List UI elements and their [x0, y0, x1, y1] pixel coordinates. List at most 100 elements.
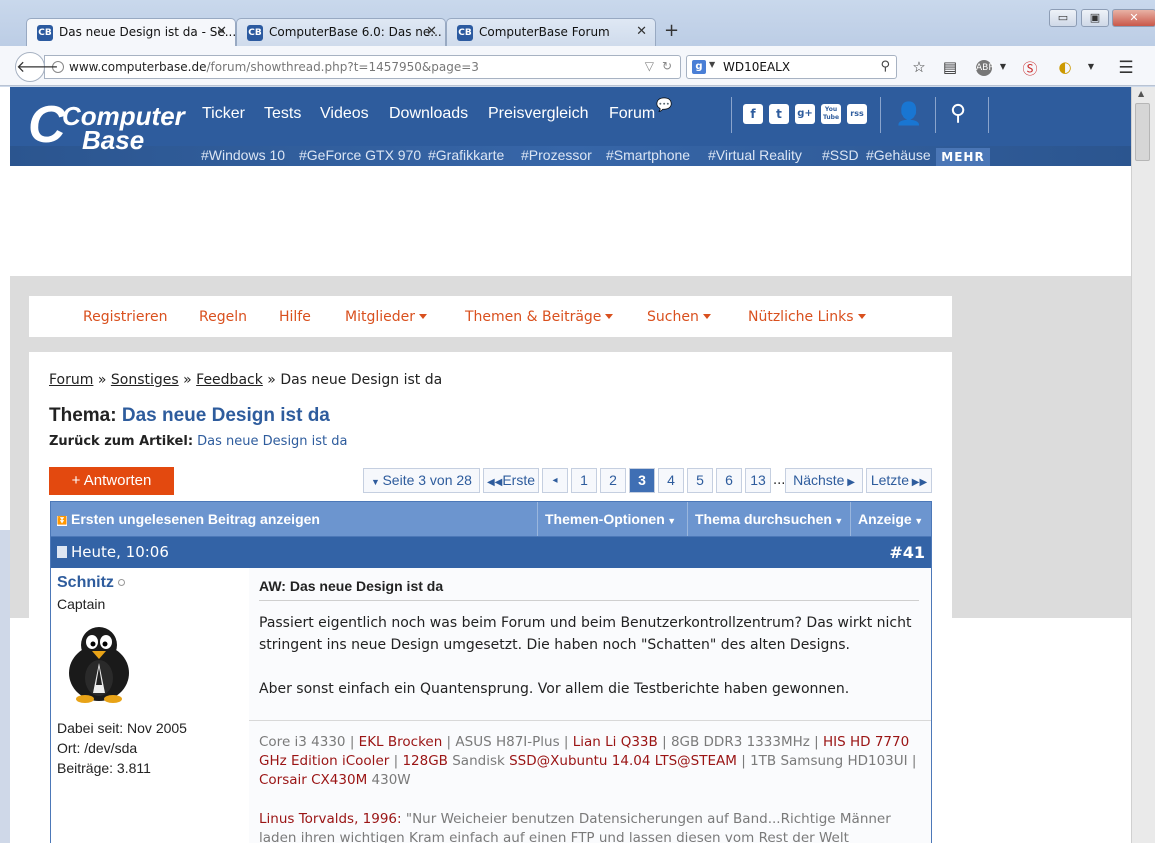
new-tab-button[interactable]: + [664, 20, 679, 41]
page-4[interactable]: 4 [658, 468, 684, 493]
tab-1[interactable]: CB Das neue Design ist da - Se... ✕ [26, 18, 236, 47]
sig-item: 430W [371, 772, 411, 788]
page-1[interactable]: 1 [571, 468, 597, 493]
breadcrumb-feedback[interactable]: Feedback [196, 372, 263, 388]
sig-item: 1TB Samsung HD103UI [750, 753, 908, 769]
page-5[interactable]: 5 [687, 468, 713, 493]
scroll-up-icon[interactable]: ▲ [1138, 89, 1144, 98]
page-info-dropdown[interactable]: ▼ Seite 3 von 28 [363, 468, 480, 493]
engine-dropdown-icon[interactable]: ▼ [709, 60, 715, 69]
post-paragraph: Passiert eigentlich noch was beim Forum … [259, 615, 912, 653]
more-tags-button[interactable]: MEHR [936, 148, 990, 166]
tag-windows-10[interactable]: #Windows 10 [201, 147, 285, 163]
caret-down-icon [419, 314, 427, 319]
history-dropdown-icon[interactable]: ▽ [645, 59, 654, 73]
adblock-icon[interactable]: ABP [976, 60, 994, 76]
tab-3[interactable]: CB ComputerBase Forum ✕ [446, 18, 656, 46]
tab-close-icon[interactable]: ✕ [636, 24, 647, 39]
nav-forum[interactable]: Forum [609, 105, 655, 123]
quote-author[interactable]: Linus Torvalds, 1996: [259, 811, 402, 827]
forumnav-regeln[interactable]: Regeln [199, 309, 247, 325]
forumnav-nuetzliche-links[interactable]: Nützliche Links [748, 309, 866, 325]
forumnav-hilfe[interactable]: Hilfe [279, 309, 311, 325]
minimize-button[interactable]: ▭ [1049, 9, 1077, 27]
twitter-icon[interactable]: t [769, 104, 789, 124]
thread-title-value[interactable]: Das neue Design ist da [122, 405, 330, 426]
post-author[interactable]: Schnitz [57, 574, 125, 592]
breadcrumb-forum[interactable]: Forum [49, 372, 93, 388]
forumnav-mitglieder[interactable]: Mitglieder [345, 309, 427, 325]
sig-link[interactable]: 128GB [402, 753, 448, 769]
noscript-icon[interactable]: Ⓢ [1020, 58, 1040, 79]
nav-tests[interactable]: Tests [264, 105, 301, 123]
reload-icon[interactable]: ↻ [662, 59, 672, 73]
nav-ticker[interactable]: Ticker [202, 105, 245, 123]
tab-2[interactable]: CB ComputerBase 6.0: Das ne... ✕ [236, 18, 446, 46]
page-3-current[interactable]: 3 [629, 468, 655, 493]
youtube-icon[interactable]: You Tube [821, 104, 841, 124]
page-last[interactable]: Letzte ▶▶ [866, 468, 932, 493]
thread-options-dropdown[interactable]: Themen-Optionen ▼ [545, 502, 676, 536]
forumnav-registrieren[interactable]: Registrieren [83, 309, 167, 325]
tag-grafikkarte[interactable]: #Grafikkarte [428, 147, 504, 163]
search-icon[interactable]: ⚲ [950, 100, 966, 126]
tag-ssd[interactable]: #SSD [822, 147, 859, 163]
page-13[interactable]: 13 [745, 468, 771, 493]
bookmark-star-icon[interactable]: ☆ [909, 58, 929, 76]
breadcrumb-separator: » [183, 372, 192, 388]
adblock-dropdown-icon[interactable]: ▼ [993, 62, 1013, 71]
rss-icon[interactable]: rss [847, 104, 867, 124]
tag-gehaeuse[interactable]: #Gehäuse [866, 147, 931, 163]
avatar[interactable] [59, 623, 139, 703]
facebook-icon[interactable]: f [743, 104, 763, 124]
breadcrumb-sonstiges[interactable]: Sonstiges [111, 372, 179, 388]
extension-icon[interactable]: ◐ [1055, 58, 1075, 76]
back-button[interactable]: 🡐 [15, 52, 59, 82]
search-icon[interactable]: ⚲ [880, 59, 890, 74]
back-article-link[interactable]: Das neue Design ist da [197, 434, 347, 449]
tag-virtual-reality[interactable]: #Virtual Reality [708, 147, 802, 163]
menu-icon[interactable]: ☰ [1116, 58, 1136, 78]
page-2[interactable]: 2 [600, 468, 626, 493]
page-first[interactable]: ◀◀Erste [483, 468, 539, 493]
tag-prozessor[interactable]: #Prozessor [521, 147, 592, 163]
sig-link[interactable]: Corsair CX430M [259, 772, 367, 788]
url-bar[interactable]: www.computerbase.de/forum/showthread.php… [44, 55, 681, 79]
signature-quote: Linus Torvalds, 1996: "Nur Weicheier ben… [259, 810, 924, 843]
navigation-toolbar: www.computerbase.de/forum/showthread.php… [0, 46, 1155, 86]
display-label: Anzeige [858, 511, 912, 527]
nav-videos[interactable]: Videos [320, 105, 369, 123]
search-thread-dropdown[interactable]: Thema durchsuchen ▼ [695, 502, 843, 536]
maximize-button[interactable]: ▣ [1081, 9, 1109, 27]
search-bar[interactable]: g ▼ WD10EALX ⚲ [686, 55, 897, 79]
reading-list-icon[interactable]: ▤ [940, 58, 960, 76]
tab-close-icon[interactable]: ✕ [426, 24, 437, 39]
page-next[interactable]: Nächste ▶ [785, 468, 863, 493]
computerbase-favicon-icon: CB [37, 25, 53, 41]
scrollbar-thumb[interactable] [1135, 103, 1150, 161]
nav-downloads[interactable]: Downloads [389, 105, 468, 123]
first-unread-link[interactable]: ⏬ Ersten ungelesenen Beitrag anzeigen [57, 502, 320, 536]
forumnav-themen-beitraege[interactable]: Themen & Beiträge [465, 309, 614, 325]
forumnav-label: Suchen [647, 309, 699, 325]
sig-link[interactable]: SSD@Xubuntu 14.04 LTS@STEAM [509, 753, 737, 769]
tag-geforce[interactable]: #GeForce GTX 970 [299, 147, 421, 163]
nav-preisvergleich[interactable]: Preisvergleich [488, 105, 588, 123]
google-plus-icon[interactable]: g+ [795, 104, 815, 124]
search-input[interactable]: WD10EALX [723, 60, 790, 74]
post-number[interactable]: #41 [889, 537, 925, 568]
sig-link[interactable]: EKL Brocken [359, 734, 443, 750]
display-dropdown[interactable]: Anzeige ▼ [858, 502, 923, 536]
user-icon[interactable]: 👤 [895, 101, 922, 127]
close-window-button[interactable]: ✕ [1112, 9, 1155, 27]
tab-close-icon[interactable]: ✕ [216, 24, 227, 39]
tag-smartphone[interactable]: #Smartphone [606, 147, 690, 163]
sig-item: 8GB DDR3 1333MHz [670, 734, 810, 750]
page-6[interactable]: 6 [716, 468, 742, 493]
reply-button[interactable]: + Antworten [49, 467, 174, 495]
scrollbar[interactable]: ▲ [1131, 87, 1155, 843]
sig-link[interactable]: Lian Li Q33B [573, 734, 658, 750]
extension-dropdown-icon[interactable]: ▼ [1081, 62, 1101, 71]
page-prev[interactable]: ◂ [542, 468, 568, 493]
forumnav-suchen[interactable]: Suchen [647, 309, 711, 325]
